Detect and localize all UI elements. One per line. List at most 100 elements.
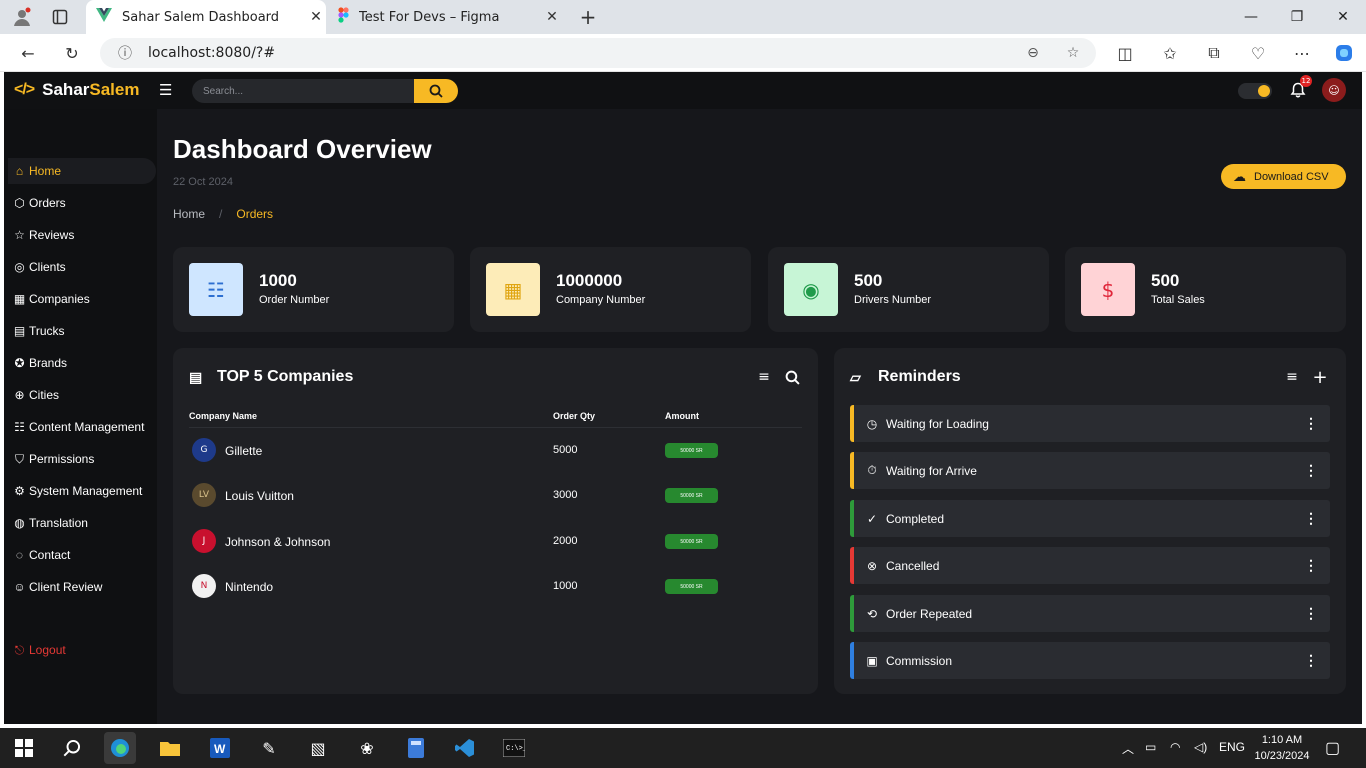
clock-icon: ◷ [866,416,878,431]
system-clock[interactable]: 1:10 AM 10/23/2024 [1252,732,1312,764]
sidebar-item-home[interactable]: ⌂ Home [8,158,156,184]
column-header-company[interactable]: Company Name [189,411,257,421]
sidebar-item-client-review[interactable]: ☺ Client Review [8,574,156,600]
filter-icon[interactable]: ≡ [755,368,773,386]
notification-center-icon[interactable]: ▢ [1325,738,1340,758]
stat-card-companies: ▦ 1000000 Company Number [470,247,751,332]
paint-icon[interactable]: ✎ [253,732,285,764]
notepad-icon[interactable]: ▧ [302,732,334,764]
collections-icon[interactable]: ⧉ [1202,41,1226,65]
split-screen-icon[interactable]: ◫ [1113,41,1137,65]
sidebar-item-contact[interactable]: ◌ Contact [8,542,156,568]
sidebar-item-cities[interactable]: ⊕ Cities [8,382,156,408]
extensions-icon[interactable]: ♡ [1246,41,1270,65]
theme-toggle[interactable] [1238,83,1272,99]
language-indicator[interactable]: ENG [1219,740,1245,754]
wifi-icon[interactable]: ◠ [1170,740,1180,754]
panel-title: ▤ TOP 5 Companies [189,368,353,386]
note-icon: ▱ [850,368,861,385]
more-options-icon[interactable]: ⋮ [1304,510,1318,527]
copilot-icon[interactable] [1332,41,1356,65]
refresh-icon[interactable]: ↻ [60,41,84,65]
more-options-icon[interactable]: ⋮ [1304,462,1318,479]
reminder-item[interactable]: ⏱ Waiting for Arrive ⋮ [850,452,1330,489]
sidebar-item-brands[interactable]: ✪ Brands [8,350,156,376]
sidebar-item-content-management[interactable]: ☷ Content Management [8,414,156,440]
column-header-amount[interactable]: Amount [665,411,699,421]
reminder-item[interactable]: ▣ Commission ⋮ [850,642,1330,679]
zoom-icon[interactable]: ⊖ [1024,44,1042,62]
windows-start-icon[interactable] [8,732,40,764]
search-icon[interactable] [56,732,88,764]
more-options-icon[interactable]: ⋮ [1304,652,1318,669]
sidebar-item-label: Client Review [29,580,103,594]
more-options-icon[interactable]: ⋮ [1304,605,1318,622]
user-circle-icon: ◎ [14,260,25,274]
more-icon[interactable]: ⋯ [1290,41,1314,65]
breadcrumb-orders[interactable]: Orders [236,207,273,221]
sidebar-item-permissions[interactable]: ⛉ Permissions [8,446,156,472]
volume-icon[interactable]: ◁) [1194,740,1207,754]
notifications-button[interactable]: 12 [1287,75,1312,101]
palette-icon[interactable]: ❀ [351,732,383,764]
close-icon[interactable]: ✕ [306,9,326,25]
reminder-item[interactable]: ◷ Waiting for Loading ⋮ [850,405,1330,442]
sidebar-item-orders[interactable]: ⬡ Orders [8,190,156,216]
restore-icon[interactable]: ❐ [1274,0,1320,34]
chevron-up-icon[interactable]: ︿ [1122,740,1134,757]
url-field[interactable]: ⓘ localhost:8080/?# ⊖ ☆ [100,38,1096,68]
tab-figma[interactable]: Test For Devs – Figma ✕ [330,0,562,34]
reminder-item[interactable]: ✓ Completed ⋮ [850,500,1330,537]
tab-actions-icon[interactable] [48,5,72,29]
reminder-item[interactable]: ⊗ Cancelled ⋮ [850,547,1330,584]
panel-title: ▱ Reminders [850,368,961,386]
sidebar-item-reviews[interactable]: ☆ Reviews [8,222,156,248]
filter-icon[interactable]: ≡ [1283,368,1301,386]
more-options-icon[interactable]: ⋮ [1304,415,1318,432]
sidebar-item-clients[interactable]: ◎ Clients [8,254,156,280]
download-csv-button[interactable]: ☁ Download CSV [1221,164,1346,189]
menu-icon[interactable]: ☰ [159,82,173,98]
company-name: Louis Vuitton [225,489,294,503]
close-icon[interactable]: ✕ [542,9,562,25]
breadcrumb-home[interactable]: Home [173,207,205,221]
column-header-qty[interactable]: Order Qty [553,411,595,421]
sidebar-item-companies[interactable]: ▦ Companies [8,286,156,312]
window-close-icon[interactable]: ✕ [1320,0,1366,34]
favorites-icon[interactable]: ✩ [1158,41,1182,65]
file-explorer-icon[interactable] [154,732,186,764]
amount-badge: 50000 SR [665,534,718,549]
sidebar-item-translation[interactable]: ◍ Translation [8,510,156,536]
word-icon[interactable]: W [204,732,236,764]
reminder-item[interactable]: ⟲ Order Repeated ⋮ [850,595,1330,632]
search-input[interactable] [203,85,403,97]
download-csv-label: Download CSV [1254,170,1329,183]
edge-icon[interactable] [104,732,136,764]
avatar[interactable]: ☺ [1322,78,1346,102]
sidebar-item-trucks[interactable]: ▤ Trucks [8,318,156,344]
search-icon[interactable] [783,368,801,386]
tab-sahar-dashboard[interactable]: Sahar Salem Dashboard ✕ [86,0,326,34]
sidebar-item-system-management[interactable]: ⚙ System Management [8,478,156,504]
more-options-icon[interactable]: ⋮ [1304,557,1318,574]
terminal-icon[interactable]: C:\>_ [498,732,530,764]
favorite-icon[interactable]: ☆ [1064,44,1082,62]
table-row[interactable]: J Johnson & Johnson 2000 50000 SR [189,525,802,555]
table-row[interactable]: LV Louis Vuitton 3000 50000 SR [189,479,802,509]
info-icon[interactable]: ⓘ [116,44,134,62]
stopwatch-icon: ⏱ [867,463,877,477]
profile-icon[interactable] [10,5,34,29]
calculator-icon[interactable] [400,732,432,764]
vscode-icon[interactable] [449,732,481,764]
search-button[interactable] [414,79,458,103]
brand-logo[interactable]: </> Sahar Salem [14,80,139,100]
new-tab-icon[interactable]: + [576,5,600,29]
battery-icon[interactable]: ▭ [1145,740,1156,754]
table-row[interactable]: G Gillette 5000 50000 SR [189,434,802,464]
logout-button[interactable]: ⎋ Logout [8,637,156,663]
companies-title: TOP 5 Companies [217,368,354,385]
table-row[interactable]: N Nintendo 1000 50000 SR [189,570,802,600]
back-icon[interactable]: ← [16,41,40,65]
add-reminder-icon[interactable]: + [1311,367,1329,388]
minimize-icon[interactable]: — [1228,0,1274,34]
